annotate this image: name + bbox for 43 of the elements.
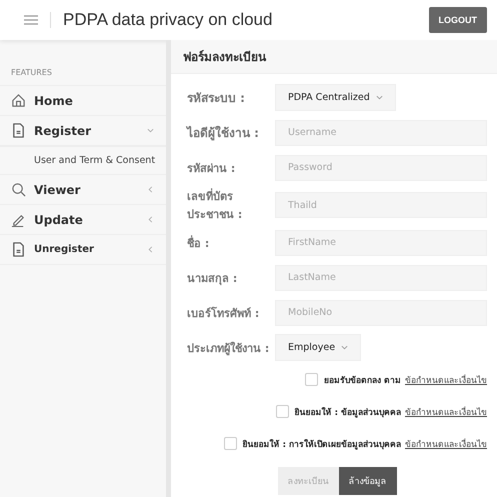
input-field[interactable]: LastName [275, 264, 487, 290]
item-label: Viewer [34, 182, 82, 196]
terms-link[interactable]: ข้อกำหนดและเงื่อนไข [405, 373, 487, 387]
search-icon [11, 182, 26, 197]
input-field[interactable]: Thaild [275, 192, 487, 218]
input-field[interactable]: Username [275, 120, 487, 146]
consent-text: ยอมรับข้อตกลง ตาม [324, 374, 401, 387]
input-field[interactable]: FirstName [275, 230, 487, 256]
checkbox[interactable] [224, 437, 237, 450]
item-label: Register [34, 124, 92, 138]
item-label: Home [34, 94, 74, 108]
field-label: ไอดีผู้ใช้งาน : [187, 124, 260, 142]
chevron-down-icon [341, 344, 348, 351]
menu-icon[interactable] [24, 15, 38, 25]
pencil-icon [11, 212, 26, 227]
document-icon [11, 242, 26, 257]
logout-button[interactable]: LOGOUT [428, 7, 487, 33]
select-field[interactable]: PDPA Centralized [275, 84, 396, 111]
terms-link[interactable]: ข้อกำหนดและเงื่อนไข [405, 437, 487, 451]
field-label: รหัสระบบ : [187, 90, 246, 107]
terms-link[interactable]: ข้อกำหนดและเงื่อนไข [405, 405, 487, 419]
chevron-down-icon [376, 94, 383, 101]
submenu-item[interactable]: User and Term & Consent [0, 146, 166, 175]
field-label: นามสกุล : [187, 270, 238, 286]
field-label: รหัสผ่าน : [187, 160, 236, 176]
select-field[interactable]: Employee [275, 334, 362, 361]
field-label: เบอร์โทรศัพท์ : [187, 306, 260, 322]
consent-text: ยินยอมให้ : การให้เปิดเผยข้อมูลส่วนบุคคล [242, 438, 401, 451]
form-title: ฟอร์มลงทะเบียน [171, 40, 497, 74]
checkbox[interactable] [305, 373, 318, 386]
item-label: Update [34, 212, 84, 226]
field-label: ชื่อ : [187, 234, 210, 252]
item-label: Unregister [34, 244, 95, 255]
document-icon [11, 123, 26, 138]
consent-text: ยินยอมให้ : ข้อมูลส่วนบุคคล [294, 406, 401, 419]
app-title: PDPA data privacy on cloud [63, 10, 274, 30]
input-field[interactable]: MobileNo [275, 300, 487, 326]
input-field[interactable]: Password [275, 154, 487, 180]
field-label: เลขที่บัตร ประชาชน : [187, 187, 244, 223]
field-label: ประเภทผู้ใช้งาน : [187, 340, 270, 356]
checkbox[interactable] [276, 405, 289, 418]
clear-button[interactable]: ล้างข้อมูล [338, 467, 396, 495]
home-icon [11, 93, 26, 108]
